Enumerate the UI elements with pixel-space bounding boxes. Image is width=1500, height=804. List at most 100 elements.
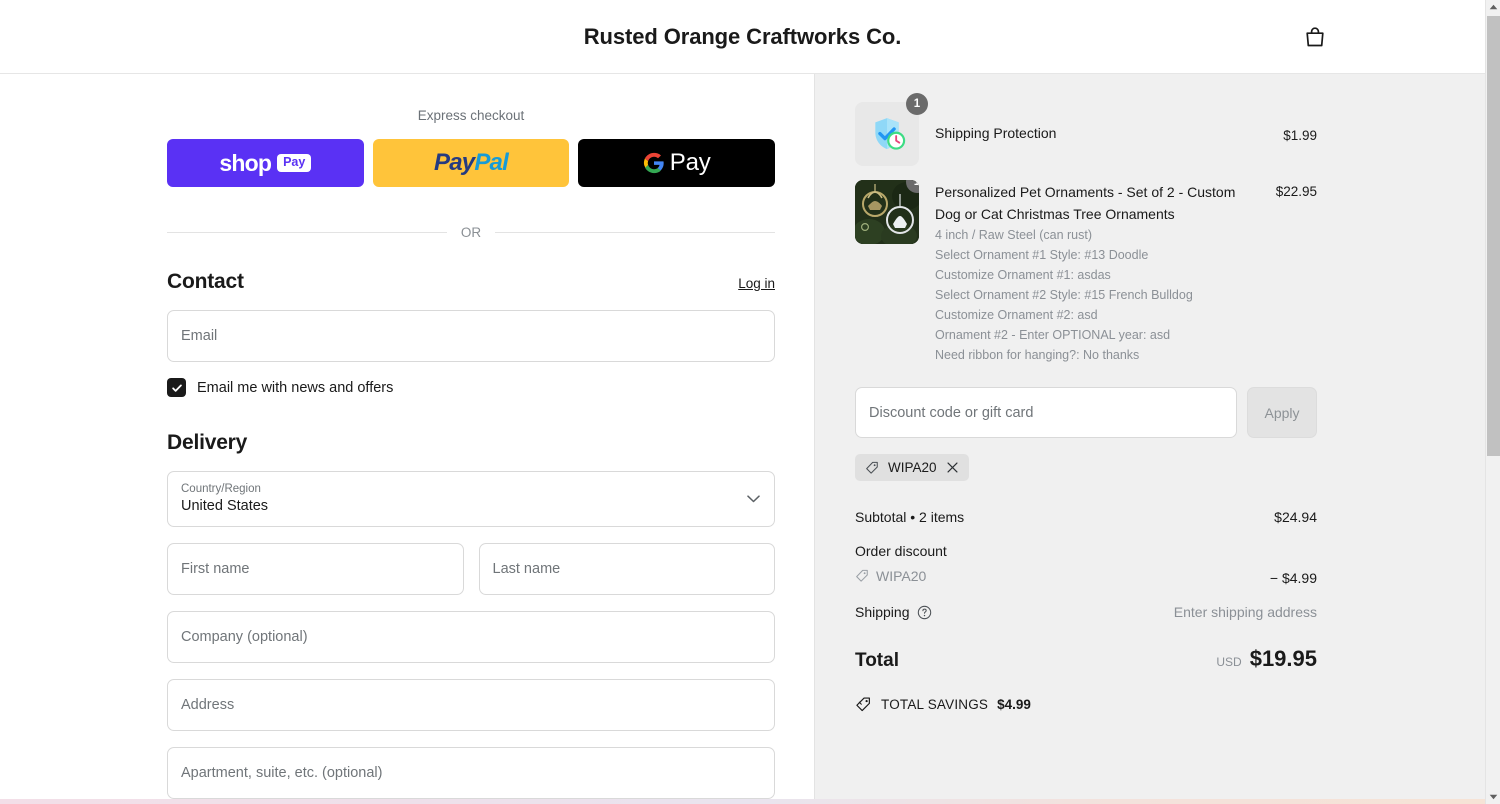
address-field[interactable]: Address bbox=[167, 679, 775, 731]
company-placeholder: Company (optional) bbox=[181, 629, 308, 645]
apartment-field[interactable]: Apartment, suite, etc. (optional) bbox=[167, 747, 775, 799]
shop-pay-button[interactable]: shop Pay bbox=[167, 139, 364, 187]
checkout-form-panel: Express checkout shop Pay PayPal Pay OR … bbox=[0, 74, 815, 804]
applied-discount-code: WIPA20 bbox=[888, 460, 937, 476]
chevron-down-icon bbox=[747, 490, 760, 508]
item-name: Personalized Pet Ornaments - Set of 2 - … bbox=[935, 184, 1236, 222]
list-item: 1 Personalized Pet Ornaments - Set of 2 … bbox=[855, 180, 1317, 365]
savings-label: TOTAL SAVINGS bbox=[881, 697, 989, 713]
savings-value: $4.99 bbox=[997, 697, 1031, 713]
shop-pay-badge: Pay bbox=[277, 154, 312, 172]
last-name-field[interactable]: Last name bbox=[478, 543, 775, 595]
contact-title: Contact bbox=[167, 270, 244, 293]
order-summary-panel: 1 Shipping Protection $1.99 1 Personaliz… bbox=[815, 74, 1485, 804]
contact-section-header: Contact Log in bbox=[167, 270, 775, 294]
applied-discount-tag[interactable]: WIPA20 bbox=[855, 454, 969, 482]
google-pay-button[interactable]: Pay bbox=[578, 139, 776, 187]
shop-name: Rusted Orange Craftworks Co. bbox=[583, 23, 902, 49]
item-variant: Ornament #2 - Enter OPTIONAL year: asd bbox=[935, 328, 1171, 343]
scroll-down-arrow[interactable] bbox=[1486, 790, 1500, 804]
divider-rule-left bbox=[167, 232, 447, 233]
google-pay-logo: Pay bbox=[643, 149, 711, 177]
email-field[interactable]: Email bbox=[167, 310, 775, 362]
company-field[interactable]: Company (optional) bbox=[167, 611, 775, 663]
apartment-placeholder: Apartment, suite, etc. (optional) bbox=[181, 765, 383, 781]
shipping-value: Enter shipping address bbox=[1173, 604, 1317, 621]
list-item: 1 Shipping Protection $1.99 bbox=[855, 93, 1317, 166]
last-name-placeholder: Last name bbox=[492, 561, 561, 577]
order-discount-code: WIPA20 bbox=[876, 568, 927, 585]
delivery-title: Delivery bbox=[167, 431, 248, 454]
item-name: Shipping Protection bbox=[935, 125, 1057, 142]
country-region-label: Country/Region bbox=[181, 482, 261, 495]
country-region-value: United States bbox=[181, 497, 269, 514]
paypal-word-1: Pay bbox=[434, 149, 475, 176]
paypal-word-2: Pal bbox=[474, 149, 508, 176]
scroll-up-arrow[interactable] bbox=[1486, 0, 1500, 14]
first-name-field[interactable]: First name bbox=[167, 543, 464, 595]
paypal-button[interactable]: PayPal bbox=[372, 139, 570, 187]
totals-block: Subtotal • 2 items $24.94 Order discount bbox=[855, 509, 1317, 713]
total-value: $19.95 bbox=[1249, 646, 1317, 672]
or-divider: OR bbox=[167, 225, 775, 240]
country-region-select[interactable]: Country/Region United States bbox=[167, 471, 775, 527]
total-savings-row: TOTAL SAVINGS $4.99 bbox=[855, 696, 1317, 713]
order-discount-value: − $4.99 bbox=[1269, 570, 1317, 587]
divider-rule-right bbox=[495, 232, 775, 233]
google-pay-word: Pay bbox=[669, 149, 711, 176]
tag-icon bbox=[866, 461, 878, 474]
scrollbar-thumb[interactable] bbox=[1487, 16, 1500, 456]
email-placeholder: Email bbox=[181, 328, 218, 344]
item-variant: Customize Ornament #1: asdas bbox=[935, 268, 1111, 283]
page-scrollbar[interactable] bbox=[1485, 0, 1500, 804]
discount-row: Discount code or gift card Apply bbox=[855, 387, 1317, 439]
subtotal-value: $24.94 bbox=[1274, 509, 1317, 526]
shipping-label: Shipping bbox=[855, 604, 910, 621]
order-discount-label: Order discount bbox=[855, 543, 947, 560]
express-checkout-buttons: shop Pay PayPal Pay bbox=[167, 139, 776, 187]
discount-placeholder: Discount code or gift card bbox=[869, 404, 1034, 421]
item-variant: 4 inch / Raw Steel (can rust) bbox=[935, 228, 1093, 243]
newsletter-checkbox[interactable] bbox=[167, 378, 186, 397]
address-placeholder: Address bbox=[181, 697, 235, 713]
or-text: OR bbox=[460, 225, 482, 240]
checkout-body: Express checkout shop Pay PayPal Pay OR … bbox=[0, 74, 1485, 804]
shipping-protection-thumbnail: 1 bbox=[855, 93, 928, 166]
shield-check-clock-icon bbox=[875, 118, 906, 150]
question-circle-icon[interactable] bbox=[917, 605, 932, 620]
item-variant: Select Ornament #2 Style: #15 French Bul… bbox=[935, 288, 1193, 303]
newsletter-label: Email me with news and offers bbox=[197, 379, 394, 396]
ornament-product-thumbnail: 1 bbox=[855, 180, 919, 244]
shop-pay-word: shop bbox=[219, 149, 272, 176]
order-discount-code-row: WIPA20 − $4.99 bbox=[855, 568, 1317, 586]
delivery-section-header: Delivery bbox=[167, 431, 775, 455]
quantity-badge: 1 bbox=[906, 93, 928, 115]
close-icon[interactable] bbox=[946, 461, 959, 474]
order-discount-row: Order discount bbox=[855, 543, 1317, 559]
savings-tag-icon bbox=[856, 697, 870, 712]
google-g-icon bbox=[643, 152, 664, 174]
shopping-bag-icon[interactable] bbox=[1300, 22, 1330, 52]
item-variant: Need ribbon for hanging?: No thanks bbox=[935, 348, 1140, 363]
tag-icon bbox=[856, 570, 868, 582]
discount-code-input[interactable]: Discount code or gift card bbox=[855, 387, 1237, 439]
newsletter-checkbox-row[interactable]: Email me with news and offers bbox=[167, 378, 775, 397]
total-currency: USD bbox=[1216, 655, 1242, 670]
shop-pay-logo: shop Pay bbox=[219, 149, 312, 177]
first-name-placeholder: First name bbox=[181, 561, 250, 577]
bottom-gradient-strip bbox=[0, 799, 1485, 804]
item-price: $22.95 bbox=[1275, 184, 1317, 199]
log-in-link[interactable]: Log in bbox=[738, 276, 775, 291]
grand-total-row: Total USD $19.95 bbox=[855, 646, 1317, 672]
name-fields-row: First name Last name bbox=[167, 543, 775, 611]
subtotal-row: Subtotal • 2 items $24.94 bbox=[855, 509, 1317, 525]
check-icon bbox=[171, 384, 182, 392]
checkout-page: Rusted Orange Craftworks Co. Express che… bbox=[0, 0, 1500, 804]
express-checkout-label: Express checkout bbox=[417, 108, 525, 123]
apply-discount-button[interactable]: Apply bbox=[1247, 387, 1317, 439]
subtotal-label: Subtotal • 2 items bbox=[855, 509, 965, 526]
site-header: Rusted Orange Craftworks Co. bbox=[0, 0, 1485, 74]
item-variant: Customize Ornament #2: asd bbox=[935, 308, 1098, 323]
shipping-row: Shipping Enter shipping address bbox=[855, 604, 1317, 620]
total-label: Total bbox=[855, 650, 899, 672]
